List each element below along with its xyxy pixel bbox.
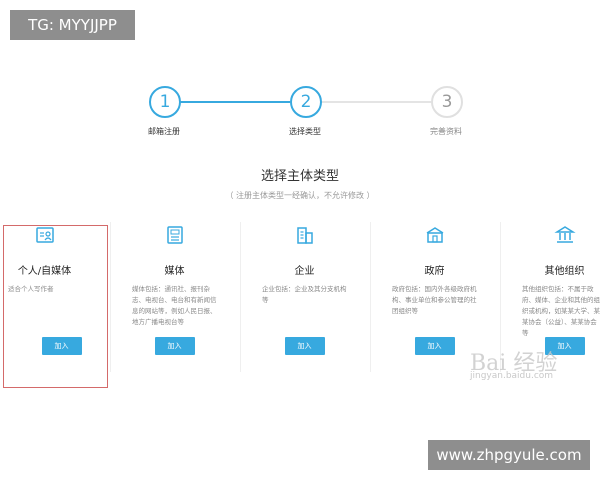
join-button-enterprise[interactable]: 加入: [284, 337, 325, 355]
watermark-url-text: jingyan.baidu.com: [470, 371, 554, 381]
step-3-label: 完善资料: [430, 127, 462, 136]
newspaper-icon: [164, 224, 186, 246]
card-title: 政府: [424, 266, 445, 277]
type-card-media[interactable]: 媒体 媒体包括：通讯社、报刊杂志、电视台、电台和有新闻信息的网站等，例如人民日报…: [112, 222, 237, 382]
step-pending-line: [321, 101, 431, 103]
card-description: 企业包括：企业及其分支机构等: [262, 285, 347, 304]
card-divider: [240, 222, 241, 372]
step-1-label: 邮箱注册: [148, 127, 180, 136]
building-icon: [294, 224, 316, 246]
step-2-circle: 2: [290, 86, 322, 118]
type-card-enterprise[interactable]: 企业 企业包括：企业及其分支机构等 加入: [242, 222, 367, 382]
card-divider: [110, 222, 111, 372]
watermark-tag-top: TG: MYYJJPP: [10, 10, 135, 40]
join-button-government[interactable]: 加入: [414, 337, 455, 355]
card-description: 媒体包括：通讯社、报刊杂志、电视台、电台和有新闻信息的网站等，例如人民日报、地方…: [132, 285, 217, 326]
card-title: 企业: [294, 266, 315, 277]
join-button-media[interactable]: 加入: [154, 337, 195, 355]
step-3-circle: 3: [431, 86, 463, 118]
card-title: 媒体: [164, 266, 185, 277]
page-subtitle: （ 注册主体类型一经确认，不允许修改 ）: [225, 191, 375, 200]
step-1-circle: 1: [149, 86, 181, 118]
card-divider: [370, 222, 371, 372]
watermark-tag-bottom: www.zhpgyule.com: [428, 440, 590, 470]
step-2-label: 选择类型: [289, 127, 321, 136]
baidu-watermark: Bai 经验 jingyan.baidu.com: [470, 345, 580, 385]
government-icon: [424, 224, 446, 246]
page-title: 选择主体类型: [260, 169, 339, 184]
step-progress-line: [179, 101, 290, 103]
card-title: 其他组织: [544, 266, 585, 277]
card-description: 其他组织包括：不属于政府、媒体、企业和其他的组织或机构，如某某大学、某某协会（公…: [522, 285, 600, 337]
card-description: 政府包括：国内外各级政府机构、事业单位和参公管理的社团组织等: [392, 285, 477, 315]
highlight-annotation-box: [3, 225, 108, 388]
institution-icon: [553, 224, 576, 246]
